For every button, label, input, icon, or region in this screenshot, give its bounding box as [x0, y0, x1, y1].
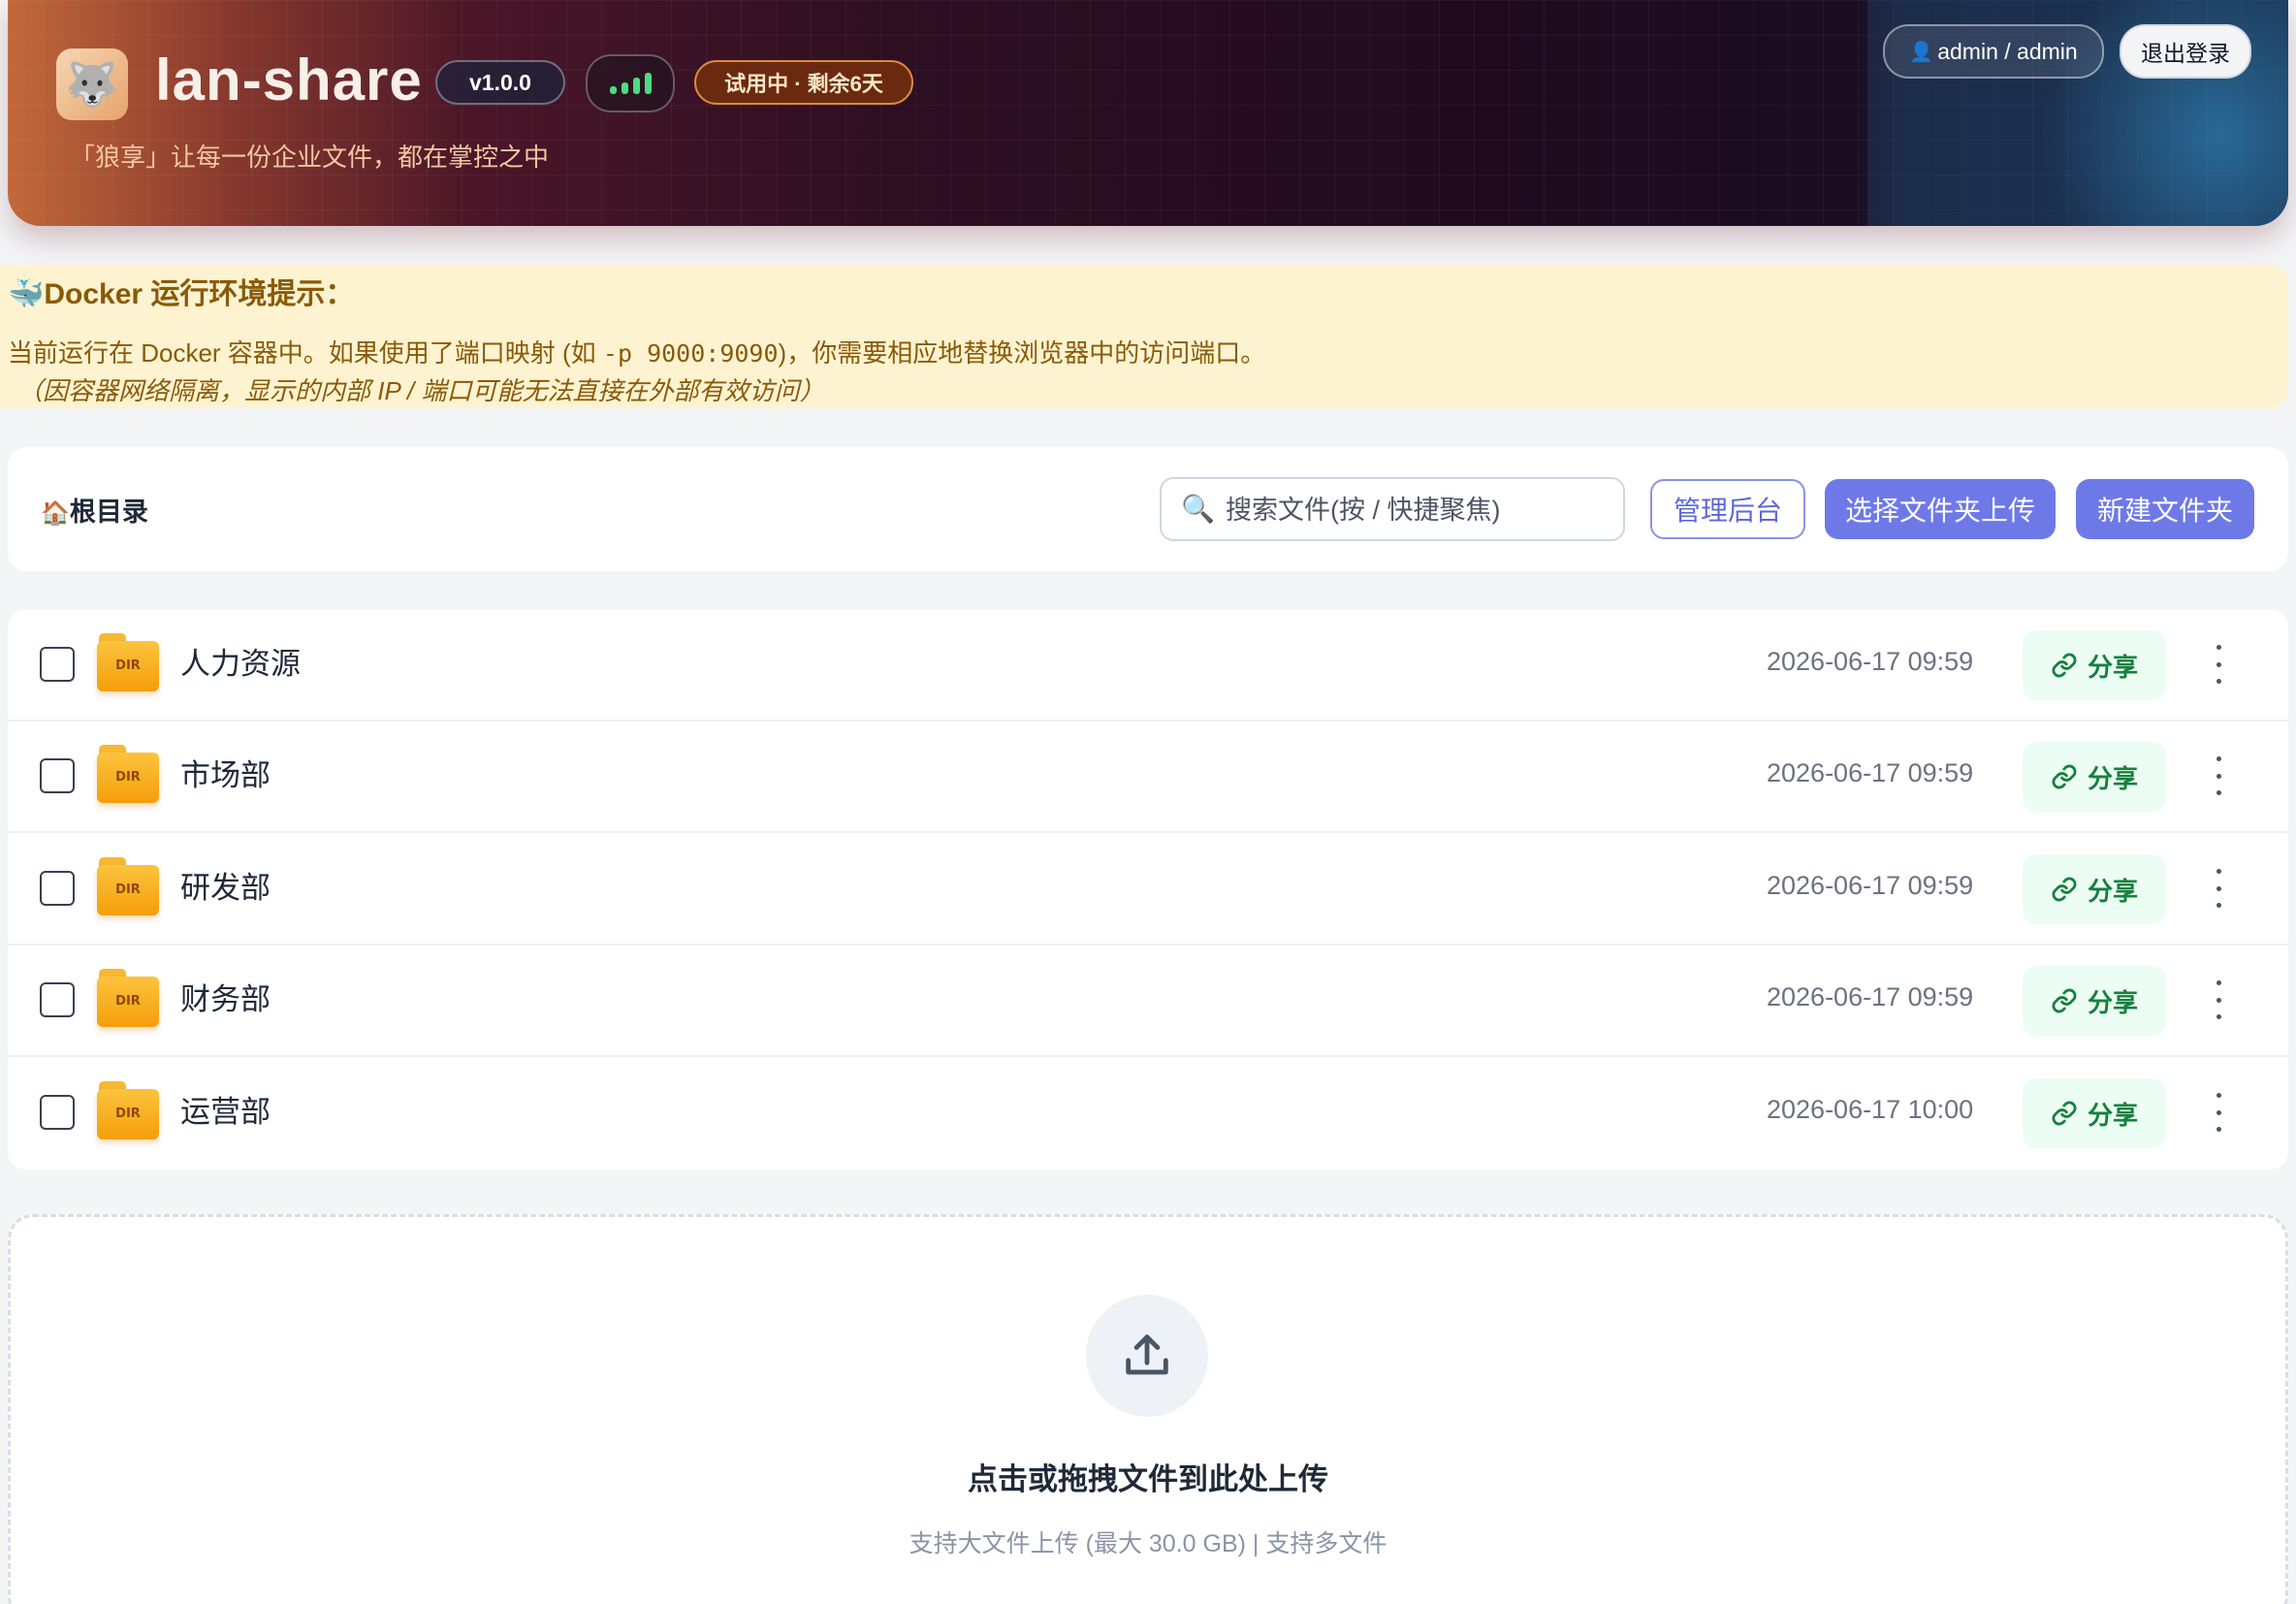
link-icon [2052, 764, 2077, 789]
link-icon [2052, 1101, 2077, 1126]
file-date: 2026-06-17 10:00 [1767, 1095, 1974, 1124]
link-icon [2052, 653, 2077, 678]
file-date: 2026-06-17 09:59 [1767, 871, 1974, 900]
logout-button[interactable]: 退出登录 [2120, 24, 2251, 79]
app-tagline: 「狼享」让每一份企业文件，都在掌控之中 [70, 143, 550, 172]
folder-icon: DIR [97, 857, 159, 915]
more-options-icon[interactable] [2207, 1093, 2230, 1132]
signal-bars-icon [586, 54, 675, 112]
row-checkbox[interactable] [40, 758, 75, 793]
file-row[interactable]: DIR 财务部 2026-06-17 09:59 分享 [8, 946, 2288, 1057]
file-date: 2026-06-17 09:59 [1767, 758, 1974, 787]
port-mapping-code: -p 9000:9090 [602, 339, 779, 368]
file-name[interactable]: 人力资源 [180, 639, 301, 683]
search-input[interactable] [1226, 489, 1613, 531]
more-options-icon[interactable] [2207, 980, 2230, 1019]
trial-text: 试用中 · 剩余6天 [724, 72, 883, 96]
docker-notice-title: 🐳Docker 运行环境提示： [8, 278, 355, 310]
version-text: v1.0.0 [469, 69, 531, 95]
file-row[interactable]: DIR 市场部 2026-06-17 09:59 分享 [8, 722, 2288, 833]
folder-icon: DIR [97, 633, 159, 691]
link-icon [2052, 877, 2077, 902]
share-button[interactable]: 分享 [2023, 854, 2166, 924]
search-icon: 🔍 [1181, 494, 1215, 524]
file-name[interactable]: 运营部 [180, 1087, 271, 1131]
more-options-icon[interactable] [2207, 756, 2230, 795]
file-date: 2026-06-17 09:59 [1767, 647, 1974, 676]
user-icon: 👤 [1909, 41, 1934, 63]
share-button[interactable]: 分享 [2023, 742, 2166, 812]
file-name[interactable]: 研发部 [180, 863, 271, 907]
file-row[interactable]: DIR 人力资源 2026-06-17 09:59 分享 [8, 610, 2288, 722]
trial-badge: 试用中 · 剩余6天 [694, 60, 913, 105]
admin-panel-button[interactable]: 管理后台 [1650, 479, 1805, 539]
link-icon [2052, 988, 2077, 1013]
share-button[interactable]: 分享 [2023, 1078, 2166, 1148]
file-date: 2026-06-17 09:59 [1767, 982, 1974, 1011]
row-checkbox[interactable] [40, 871, 75, 906]
version-badge: v1.0.0 [435, 60, 565, 105]
new-folder-button[interactable]: 新建文件夹 [2076, 479, 2254, 539]
wolf-logo-icon: 🐺 [56, 48, 128, 120]
folder-icon: DIR [97, 745, 159, 803]
search-box[interactable]: 🔍 [1160, 477, 1625, 541]
file-name[interactable]: 财务部 [180, 975, 271, 1018]
more-options-icon[interactable] [2207, 869, 2230, 908]
user-badge[interactable]: 👤 admin / admin [1883, 24, 2104, 79]
folder-icon: DIR [97, 969, 159, 1027]
share-button[interactable]: 分享 [2023, 966, 2166, 1036]
row-checkbox[interactable] [40, 647, 75, 682]
more-options-icon[interactable] [2207, 645, 2230, 684]
breadcrumb-root: 根目录 [69, 497, 148, 527]
docker-notice-hint: （因容器网络隔离，显示的内部 IP / 端口可能无法直接在外部有效访问） [17, 376, 825, 405]
share-button[interactable]: 分享 [2023, 630, 2166, 700]
file-row[interactable]: DIR 研发部 2026-06-17 09:59 分享 [8, 834, 2288, 946]
whale-icon: 🐳 [8, 278, 45, 310]
file-row[interactable]: DIR 运营部 2026-06-17 10:00 分享 [8, 1058, 2288, 1170]
upload-folder-button[interactable]: 选择文件夹上传 [1825, 479, 2056, 539]
home-icon: 🏠 [41, 500, 70, 527]
dropzone-title: 点击或拖拽文件到此处上传 [968, 1462, 1328, 1496]
folder-icon: DIR [97, 1081, 159, 1139]
user-name: admin / admin [1937, 38, 2078, 64]
upload-icon[interactable] [1086, 1295, 1208, 1417]
row-checkbox[interactable] [40, 1095, 75, 1130]
dropzone-subtitle: 支持大文件上传 (最大 30.0 GB) | 支持多文件 [909, 1530, 1387, 1557]
breadcrumb[interactable]: 🏠根目录 [41, 491, 148, 529]
file-list: DIR 人力资源 2026-06-17 09:59 分享 DIR 市场部 202… [8, 610, 2288, 1170]
file-name[interactable]: 市场部 [180, 751, 271, 794]
docker-notice-text: 当前运行在 Docker 容器中。如果使用了端口映射 (如 -p 9000:90… [8, 338, 1266, 368]
app-title: lan-share [155, 48, 423, 112]
row-checkbox[interactable] [40, 982, 75, 1017]
